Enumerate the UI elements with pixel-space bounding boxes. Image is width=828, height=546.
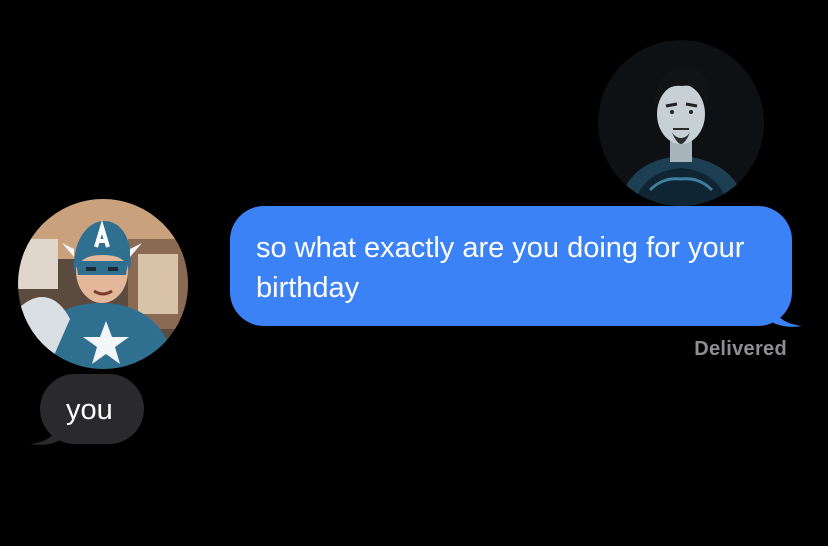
avatar-left-image xyxy=(18,199,188,369)
outgoing-bubble-tail xyxy=(772,304,802,327)
outgoing-message-text: so what exactly are you doing for your b… xyxy=(256,232,745,304)
outgoing-message-bubble[interactable]: so what exactly are you doing for your b… xyxy=(230,206,802,327)
incoming-bubble-tail xyxy=(30,422,60,445)
avatar-right-image xyxy=(598,40,764,206)
incoming-message-bubble[interactable]: you xyxy=(30,374,144,445)
delivery-status: Delivered xyxy=(694,338,787,360)
captain-america-avatar-icon[interactable] xyxy=(18,199,188,369)
incoming-message-text: you xyxy=(66,394,113,426)
tony-stark-avatar-icon[interactable] xyxy=(598,40,764,206)
